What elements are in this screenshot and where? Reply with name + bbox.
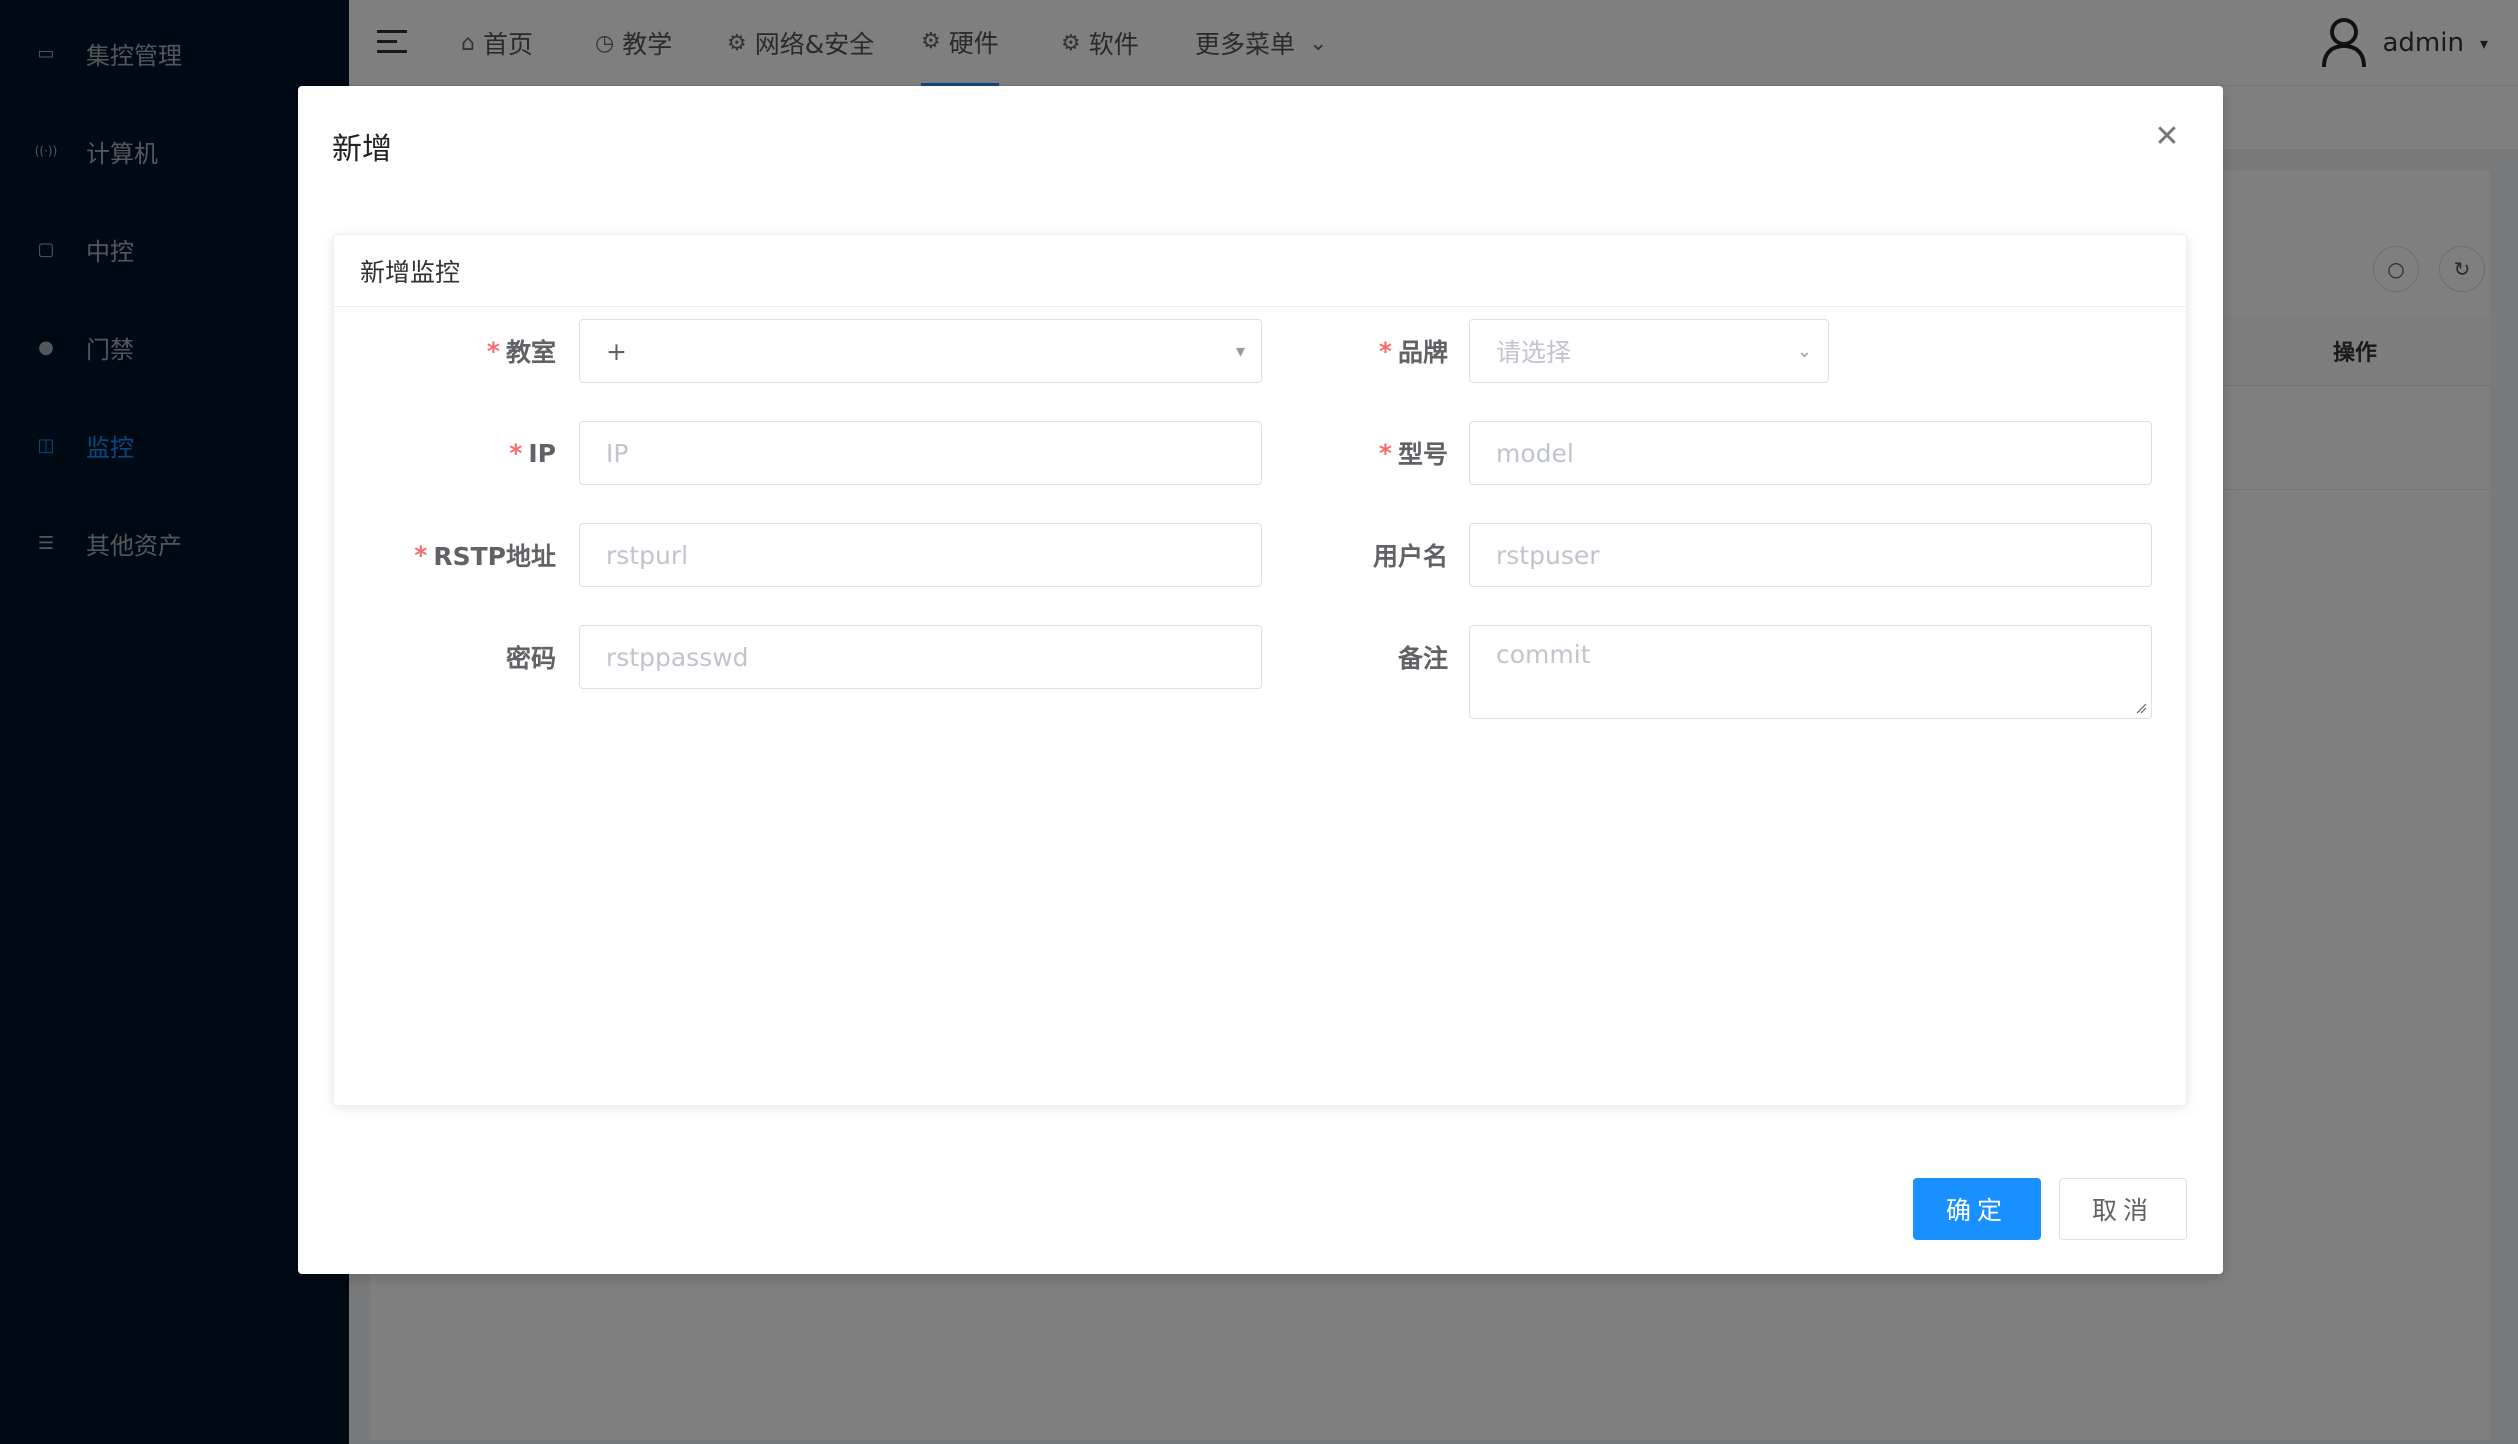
- required-mark: *: [509, 438, 523, 468]
- form-card: 新增监控 * 教室 + ▾ * 品牌 请选择 ⌄ * IP IP * 型号 mo…: [333, 234, 2187, 1106]
- model-label: * 型号: [1378, 438, 1448, 470]
- remark-textarea[interactable]: commit: [1469, 625, 2152, 719]
- required-mark: *: [414, 540, 428, 570]
- required-mark: *: [486, 336, 500, 366]
- username-label: 用户名: [1372, 542, 1448, 571]
- confirm-button[interactable]: 确定: [1913, 1178, 2041, 1240]
- username-input[interactable]: rstpuser: [1469, 523, 2152, 587]
- brand-placeholder: 请选择: [1496, 338, 1572, 367]
- classroom-label: * 教室: [486, 336, 556, 368]
- brand-select[interactable]: 请选择 ⌄: [1469, 319, 1829, 383]
- required-mark: *: [1378, 438, 1392, 468]
- add-dialog: 新增 ✕ 新增监控 * 教室 + ▾ * 品牌 请选择 ⌄ * IP IP *: [298, 86, 2223, 1274]
- classroom-select[interactable]: + ▾: [579, 319, 1262, 383]
- rtsp-url-input[interactable]: rstpurl: [579, 523, 1262, 587]
- chevron-down-icon: ⌄: [1796, 340, 1812, 362]
- form-card-title: 新增监控: [334, 235, 2186, 307]
- dialog-title: 新增: [332, 132, 392, 167]
- close-icon[interactable]: ✕: [2147, 116, 2187, 156]
- required-mark: *: [1378, 336, 1392, 366]
- model-input[interactable]: model: [1469, 421, 2152, 485]
- brand-label: * 品牌: [1378, 336, 1448, 368]
- ip-input[interactable]: IP: [579, 421, 1262, 485]
- rtsp-label: * RSTP地址: [414, 540, 556, 572]
- password-input[interactable]: rstppasswd: [579, 625, 1262, 689]
- password-label: 密码: [505, 644, 556, 673]
- cancel-button[interactable]: 取消: [2059, 1178, 2187, 1240]
- ip-label: * IP: [509, 438, 556, 468]
- classroom-value: +: [606, 336, 627, 366]
- remark-label: 备注: [1397, 644, 1448, 673]
- resize-handle-icon[interactable]: [2135, 702, 2147, 714]
